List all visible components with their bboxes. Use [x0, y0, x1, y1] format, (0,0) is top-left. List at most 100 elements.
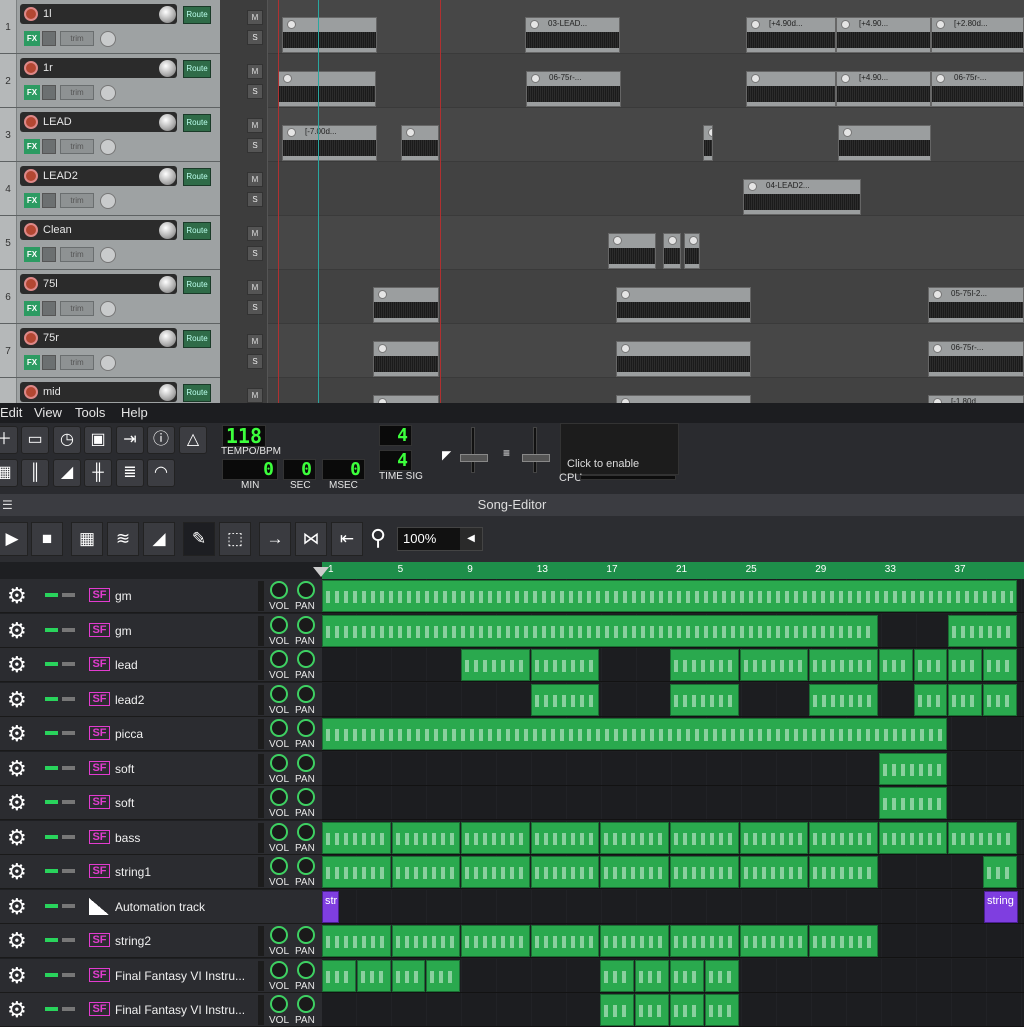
gear-icon[interactable]: ⚙: [7, 894, 27, 919]
track-name[interactable]: lead: [115, 658, 255, 672]
pan-knob[interactable]: [297, 926, 315, 944]
draw-mode-icon[interactable]: ✎: [183, 522, 215, 556]
pattern-block[interactable]: [530, 821, 600, 854]
add-sample-track-icon[interactable]: ≋: [107, 522, 139, 556]
instrument-icon[interactable]: SF: [89, 1002, 110, 1016]
menu-view[interactable]: View: [34, 405, 62, 420]
solo-toggle[interactable]: [62, 731, 75, 735]
record-arm-icon[interactable]: [24, 115, 38, 129]
pan-knob[interactable]: [100, 85, 116, 101]
song-track[interactable]: ⚙ SF lead2 VOL PAN: [0, 682, 322, 717]
pattern-block[interactable]: [530, 856, 600, 888]
mute-toggle[interactable]: [45, 869, 58, 873]
trim-button[interactable]: trim: [60, 301, 94, 316]
track-name[interactable]: Final Fantasy VI Instru...: [115, 969, 255, 983]
pattern-block[interactable]: [600, 994, 635, 1026]
mute-toggle[interactable]: [45, 696, 58, 701]
song-track[interactable]: ⚙ SF Final Fantasy VI Instru... VOL PAN: [0, 958, 322, 993]
route-button[interactable]: Route: [183, 222, 211, 240]
media-item[interactable]: [616, 395, 751, 403]
pattern-block[interactable]: [983, 856, 1017, 888]
record-arm-icon[interactable]: [24, 385, 38, 399]
pattern-block[interactable]: [322, 614, 878, 647]
stop-icon[interactable]: ■: [31, 522, 63, 556]
pattern-block[interactable]: [809, 856, 878, 888]
automation-pattern[interactable]: str: [322, 890, 339, 923]
time-sig-denominator[interactable]: 4: [379, 450, 412, 471]
song-track[interactable]: ⚙ SF string1 VOL PAN: [0, 855, 322, 889]
song-track-lane[interactable]: [322, 717, 1024, 751]
pattern-block[interactable]: [322, 925, 391, 957]
gear-icon[interactable]: ⚙: [7, 929, 27, 953]
song-track-lane[interactable]: [322, 924, 1024, 958]
item-volume-icon[interactable]: [406, 128, 415, 137]
item-volume-icon[interactable]: [708, 128, 712, 137]
mute-toggle[interactable]: [45, 1007, 58, 1011]
pattern-block[interactable]: [356, 959, 391, 992]
envelope-icon[interactable]: [42, 193, 56, 208]
item-volume-icon[interactable]: [531, 74, 540, 83]
solo-toggle[interactable]: [62, 1007, 75, 1011]
item-volume-icon[interactable]: [287, 128, 296, 137]
volume-knob[interactable]: [270, 788, 288, 806]
fx-button[interactable]: FX: [24, 301, 40, 316]
song-track-lane[interactable]: [322, 648, 1024, 682]
pattern-block[interactable]: [322, 959, 356, 992]
solo-toggle[interactable]: [62, 869, 75, 873]
solo-toggle[interactable]: [62, 972, 75, 977]
song-track-lane[interactable]: [322, 993, 1024, 1027]
route-button[interactable]: Route: [183, 384, 211, 402]
pattern-block[interactable]: [670, 959, 704, 992]
pattern-block[interactable]: [391, 959, 426, 992]
pan-knob[interactable]: [100, 301, 116, 317]
track-name[interactable]: string1: [115, 865, 255, 879]
route-button[interactable]: Route: [183, 330, 211, 348]
fx-button[interactable]: FX: [24, 355, 40, 370]
media-item[interactable]: [+4.90...: [836, 17, 931, 53]
pattern-block[interactable]: [809, 821, 878, 854]
song-track[interactable]: ⚙ SF string2 VOL PAN: [0, 924, 322, 958]
pattern-block[interactable]: [670, 821, 739, 854]
volume-knob[interactable]: [270, 926, 288, 944]
solo-toggle[interactable]: [62, 593, 75, 597]
mute-button[interactable]: M: [247, 280, 263, 295]
mute-button[interactable]: M: [247, 388, 263, 403]
solo-toggle[interactable]: [62, 765, 75, 770]
add-automation-track-icon[interactable]: ◢: [143, 522, 175, 556]
song-editor-toggle-icon[interactable]: ▦: [0, 459, 18, 487]
pattern-block[interactable]: [670, 925, 739, 957]
mute-button[interactable]: M: [247, 334, 263, 349]
volume-knob[interactable]: [159, 168, 176, 185]
zoom-select[interactable]: 100% ◀: [397, 527, 483, 551]
item-volume-icon[interactable]: [613, 236, 622, 245]
pan-knob[interactable]: [297, 822, 315, 841]
volume-knob[interactable]: [159, 330, 176, 347]
gear-icon[interactable]: ⚙: [7, 860, 27, 884]
instrument-icon[interactable]: SF: [89, 933, 110, 947]
item-volume-icon[interactable]: [530, 20, 539, 29]
media-item[interactable]: [+4.90...: [836, 71, 931, 107]
mute-toggle[interactable]: [45, 800, 58, 804]
fx-button[interactable]: FX: [24, 139, 40, 154]
track-name[interactable]: bass: [115, 831, 255, 845]
pattern-block[interactable]: [635, 959, 669, 992]
arrange-lane[interactable]: [268, 162, 1024, 216]
trim-button[interactable]: trim: [60, 193, 94, 208]
export-icon[interactable]: ⇥: [116, 426, 144, 454]
gear-icon[interactable]: ⚙: [7, 825, 27, 850]
volume-knob[interactable]: [270, 822, 288, 841]
record-arm-icon[interactable]: [24, 7, 38, 21]
pattern-block[interactable]: [391, 856, 461, 888]
edit-mode-icon[interactable]: ⬚: [219, 522, 251, 556]
gear-icon[interactable]: ⚙: [7, 963, 27, 988]
item-volume-icon[interactable]: [933, 344, 942, 353]
pattern-block[interactable]: [461, 821, 530, 854]
gear-icon[interactable]: ⚙: [7, 618, 27, 643]
auto-scroll-icon[interactable]: →: [259, 522, 291, 556]
cpu-meter[interactable]: Click to enable: [560, 423, 679, 475]
media-item[interactable]: [616, 287, 751, 323]
reaper-track-6[interactable]: 6 75l Route FX trim: [0, 270, 220, 324]
item-volume-icon[interactable]: [378, 344, 387, 353]
arrange-area[interactable]: 03-LEAD... [+4.90d... [+4.90... [+2.80d... 0…: [268, 0, 1024, 403]
instrument-icon[interactable]: SF: [89, 864, 110, 878]
